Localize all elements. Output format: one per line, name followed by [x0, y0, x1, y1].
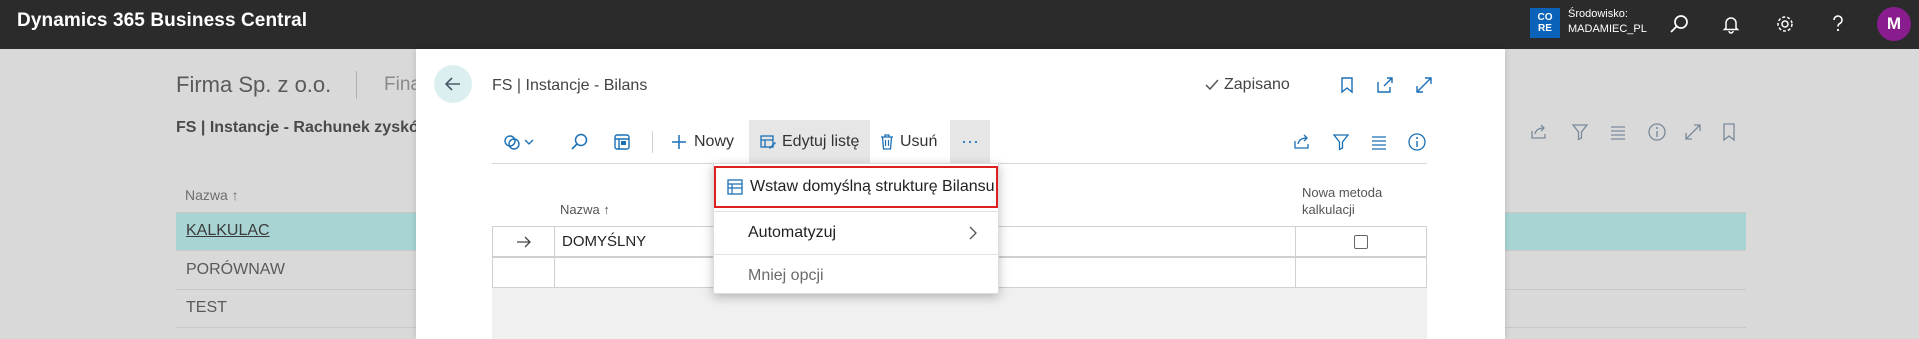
more-options-menu: Wstaw domyślną strukturę Bilansu Automat… — [713, 163, 999, 294]
save-status: Zapisano — [1204, 76, 1290, 94]
list-view-button[interactable] — [1365, 120, 1393, 163]
edit-list-button[interactable]: Edytuj listę — [749, 120, 870, 163]
filter-icon — [1332, 133, 1350, 151]
filter-icon — [1568, 120, 1592, 144]
env-badge-line1: CO — [1537, 12, 1553, 23]
app-bar: Dynamics 365 Business Central CO RE Środ… — [0, 0, 1919, 49]
env-badge-line2: RE — [1538, 23, 1552, 34]
checkmark-icon — [1205, 79, 1219, 91]
list-icon — [1372, 135, 1386, 150]
bookmark-icon[interactable] — [1333, 71, 1361, 99]
environment-label: Środowisko: — [1568, 8, 1628, 20]
insert-default-structure-menu-item[interactable]: Wstaw domyślną strukturę Bilansu — [714, 166, 998, 208]
new-method-cell — [1296, 258, 1426, 287]
action-bar: Nowy Edytuj listę Usuń ··· — [492, 120, 1427, 164]
company-divider — [356, 71, 357, 99]
search-icon[interactable] — [1665, 10, 1693, 38]
action-bar-divider — [652, 131, 653, 153]
bookmark-icon — [1717, 120, 1741, 144]
row-indicator — [493, 258, 555, 287]
expand-icon — [1681, 120, 1705, 144]
trash-icon — [881, 133, 893, 150]
analysis-icon — [614, 133, 630, 150]
insert-default-structure-label: Wstaw domyślną strukturę Bilansu — [750, 178, 995, 195]
arrow-right-icon — [516, 236, 531, 247]
save-status-label: Zapisano — [1224, 76, 1290, 93]
background-page-title: FS | Instancje - Rachunek zysków i — [176, 119, 441, 136]
list-icon — [1606, 120, 1630, 144]
views-menu-button[interactable] — [502, 120, 550, 163]
environment-value: MADAMIEC_PL — [1568, 23, 1647, 35]
help-icon[interactable] — [1824, 10, 1852, 38]
filter-button[interactable] — [1327, 120, 1355, 163]
edit-list-button-label: Edytuj listę — [782, 132, 860, 150]
bell-icon[interactable] — [1717, 10, 1745, 38]
column-header-name[interactable]: Nazwa ↑ — [560, 201, 610, 218]
info-icon — [1408, 132, 1426, 151]
app-title[interactable]: Dynamics 365 Business Central — [17, 10, 307, 32]
open-new-window-icon[interactable] — [1371, 71, 1399, 99]
instances-dialog: FS | Instancje - Bilans Zapisano Nowy Ed… — [416, 49, 1505, 339]
views-icon — [504, 134, 534, 150]
environment-badge[interactable]: CO RE — [1530, 8, 1560, 38]
column-header-new-method[interactable]: Nowa metoda kalkulacji — [1302, 184, 1382, 218]
info-icon — [1645, 120, 1669, 144]
fewer-options-menu-item[interactable]: Mniej opcji — [714, 255, 998, 297]
share-icon — [1527, 120, 1551, 144]
company-name: Firma Sp. z o.o. — [176, 72, 332, 97]
search-icon — [571, 133, 588, 150]
search-button[interactable] — [562, 120, 596, 163]
new-method-cell — [1296, 227, 1426, 256]
share-icon — [1294, 134, 1309, 149]
table-insert-icon — [727, 179, 743, 195]
gear-icon[interactable] — [1771, 10, 1799, 38]
back-button[interactable] — [434, 65, 472, 103]
plus-icon — [672, 134, 686, 149]
background-column-header: Nazwa ↑ — [185, 187, 239, 203]
edit-list-icon — [760, 134, 776, 149]
row-indicator — [493, 227, 555, 256]
more-options-button[interactable]: ··· — [950, 120, 990, 163]
automate-menu-item[interactable]: Automatyzuj — [714, 212, 998, 254]
new-method-checkbox[interactable] — [1354, 234, 1368, 249]
delete-button[interactable]: Usuń — [873, 120, 945, 163]
new-button-label: Nowy — [694, 132, 735, 150]
environment-info[interactable]: Środowisko: MADAMIEC_PL — [1568, 7, 1647, 37]
analysis-button[interactable] — [605, 120, 639, 163]
avatar[interactable]: M — [1877, 7, 1911, 41]
new-button[interactable]: Nowy — [666, 120, 740, 163]
delete-button-label: Usuń — [900, 132, 938, 150]
share-button[interactable] — [1288, 120, 1316, 163]
column-header-new-method-line2: kalkulacji — [1302, 202, 1355, 217]
dialog-title: FS | Instancje - Bilans — [492, 77, 648, 94]
expand-icon[interactable] — [1410, 71, 1438, 99]
automate-label: Automatyzuj — [748, 224, 837, 241]
column-header-new-method-line1: Nowa metoda — [1302, 185, 1383, 200]
fewer-options-label: Mniej opcji — [748, 267, 824, 284]
info-button[interactable] — [1403, 120, 1431, 163]
chevron-right-icon — [969, 226, 977, 240]
arrow-left-icon — [444, 77, 460, 91]
